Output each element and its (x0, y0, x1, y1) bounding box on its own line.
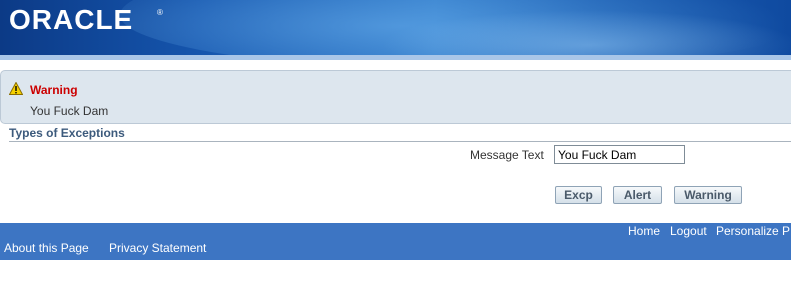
privacy-statement-link[interactable]: Privacy Statement (109, 241, 206, 255)
personalize-link[interactable]: Personalize P (716, 224, 790, 238)
section-divider (9, 141, 791, 142)
message-text-input[interactable] (554, 145, 685, 164)
home-link[interactable]: Home (628, 224, 660, 238)
header-bottom-band (0, 55, 791, 60)
message-text-label: Message Text (470, 148, 544, 162)
oracle-logo: ORACLE (9, 4, 134, 35)
about-this-page-link[interactable]: About this Page (4, 241, 89, 255)
logout-link[interactable]: Logout (670, 224, 707, 238)
warning-icon (9, 82, 23, 95)
excp-button[interactable]: Excp (555, 186, 602, 204)
warning-button[interactable]: Warning (674, 186, 742, 204)
message-text: You Fuck Dam (30, 104, 109, 118)
section-header: Types of Exceptions (9, 126, 125, 140)
message-title: Warning (30, 83, 78, 97)
alert-button[interactable]: Alert (613, 186, 662, 204)
registered-mark: ® (157, 8, 163, 17)
message-box (0, 70, 791, 124)
